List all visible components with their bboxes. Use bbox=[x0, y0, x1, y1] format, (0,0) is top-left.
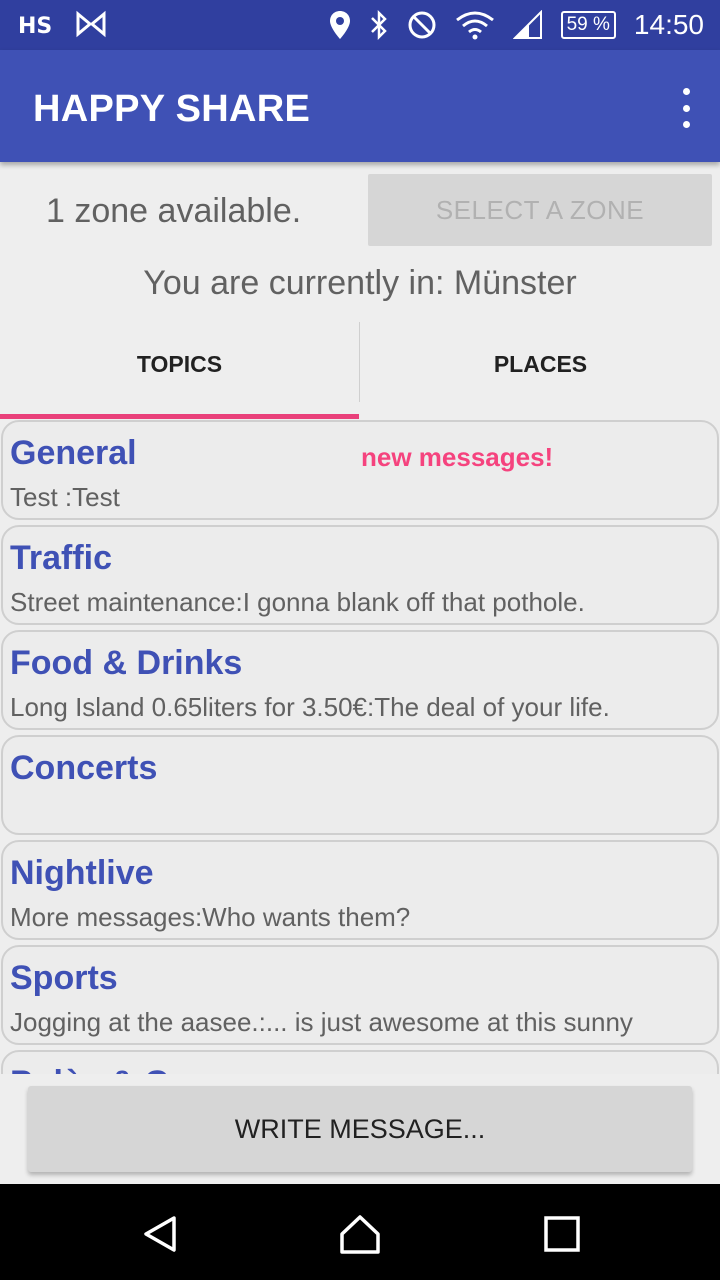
dnd-icon bbox=[407, 10, 437, 40]
topic-item-partial[interactable]: Polès & Co bbox=[1, 1050, 719, 1074]
home-icon[interactable] bbox=[338, 1212, 382, 1256]
topic-item-nightlive[interactable]: Nightlive More messages:Who wants them? bbox=[1, 840, 719, 940]
topic-title: General bbox=[10, 434, 137, 472]
topic-preview: More messages:Who wants them? bbox=[10, 902, 411, 932]
topic-item-traffic[interactable]: Traffic Street maintenance:I gonna blank… bbox=[1, 525, 719, 625]
topic-preview: Street maintenance:I gonna blank off tha… bbox=[10, 587, 585, 617]
topic-preview: Long Island 0.65liters for 3.50€:The dea… bbox=[10, 692, 610, 722]
zone-available-text: 1 zone available. bbox=[46, 192, 302, 230]
topic-item-food-drinks[interactable]: Food & Drinks Long Island 0.65liters for… bbox=[1, 630, 719, 730]
battery-indicator: 59 % bbox=[560, 11, 616, 39]
select-zone-button[interactable]: SELECT A ZONE bbox=[368, 174, 712, 246]
tab-topics[interactable]: TOPICS bbox=[0, 322, 359, 418]
topic-title: Polès & Co bbox=[10, 1064, 189, 1074]
hs-app-icon: HS bbox=[18, 10, 54, 38]
topic-title: Traffic bbox=[10, 539, 113, 577]
topic-item-sports[interactable]: Sports Jogging at the aasee.:... is just… bbox=[1, 945, 719, 1045]
topic-title: Concerts bbox=[10, 749, 158, 787]
topic-list[interactable]: General new messages! Test :Test Traffic… bbox=[0, 420, 720, 1074]
topic-title: Sports bbox=[10, 959, 118, 997]
tab-indicator bbox=[0, 414, 359, 419]
topic-preview: Jogging at the aasee.:... is just awesom… bbox=[10, 1007, 633, 1037]
write-message-button[interactable]: WRITE MESSAGE... bbox=[28, 1086, 692, 1172]
topic-title: Food & Drinks bbox=[10, 644, 243, 682]
topic-preview: Test :Test bbox=[10, 482, 120, 512]
svg-text:HS: HS bbox=[18, 14, 52, 38]
recents-icon[interactable] bbox=[540, 1212, 584, 1256]
new-messages-badge: new messages! bbox=[361, 442, 554, 472]
location-icon bbox=[329, 10, 351, 40]
signal-icon bbox=[512, 10, 543, 40]
tab-divider bbox=[359, 322, 360, 402]
status-bar: HS 59 % 14:50 bbox=[0, 0, 720, 50]
back-icon[interactable] bbox=[138, 1212, 182, 1256]
bluetooth-icon bbox=[369, 10, 389, 40]
app-bar: HAPPY SHARE bbox=[0, 50, 720, 162]
clock: 14:50 bbox=[633, 9, 704, 40]
more-vert-icon[interactable] bbox=[676, 88, 696, 128]
navigation-bar bbox=[0, 1184, 720, 1280]
tab-bar: TOPICS PLACES bbox=[0, 322, 720, 420]
topic-title: Nightlive bbox=[10, 854, 154, 892]
topic-item-concerts[interactable]: Concerts bbox=[1, 735, 719, 835]
topic-item-general[interactable]: General new messages! Test :Test bbox=[1, 420, 719, 520]
app-title: HAPPY SHARE bbox=[33, 88, 311, 130]
current-zone-text: You are currently in: Münster bbox=[143, 264, 577, 302]
wifi-icon bbox=[455, 10, 495, 40]
tab-places[interactable]: PLACES bbox=[361, 322, 720, 418]
media-icon bbox=[76, 10, 106, 38]
